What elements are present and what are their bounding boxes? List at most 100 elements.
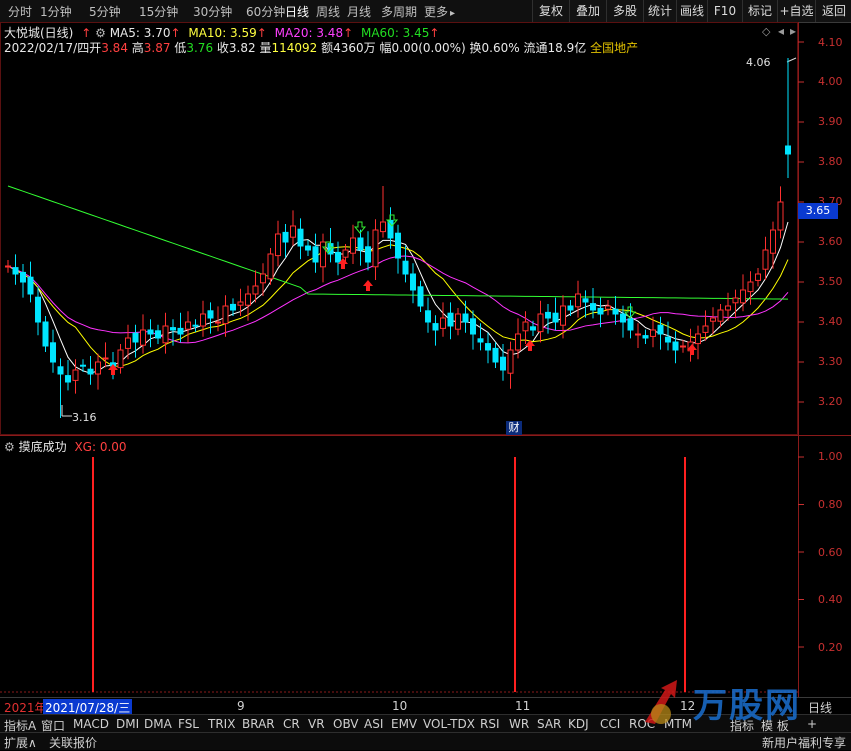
tab-wr[interactable]: WR [509,717,529,731]
indicator-tick: 0.40 [818,593,843,606]
tab-macd[interactable]: MACD [73,717,109,731]
tab-sar[interactable]: SAR [537,717,561,731]
candle-body [717,309,724,322]
candle-body [507,349,514,374]
candle-body [27,276,34,295]
candle-body [260,273,266,284]
candle-body [590,303,596,311]
candle-body [237,301,244,306]
tab-vol-tdx[interactable]: VOL-TDX [423,717,475,731]
linked-quote-button[interactable]: 关联报价 [49,734,97,751]
indicator-header: ⚙ 摸底成功 XG: 0.00 [4,438,127,455]
tab-fsl[interactable]: FSL [178,717,199,731]
candle-body [222,305,229,325]
candle-body [140,329,146,346]
indicator-tick: 0.20 [818,641,843,654]
settings-gear-icon[interactable]: ⚙ [4,440,15,454]
candle-body [155,330,161,339]
candle-body [20,271,26,283]
candle-body [275,233,281,257]
candle-body [372,229,379,268]
candle-body [477,338,484,343]
candle-body [5,265,11,268]
tab-emv[interactable]: EMV [391,717,417,731]
candle-body [470,318,476,335]
status-bar: 扩展∧ 关联报价 新用户福利专享 [0,732,851,750]
candle-body [12,267,19,275]
last-price-badge: 3.65 [798,203,838,219]
candle-body [117,349,124,369]
indicator-tick: 0.80 [818,498,843,511]
candle-body [447,312,454,327]
tab-dmi[interactable]: DMI [116,717,139,731]
candle-body [425,310,431,323]
candle-body [335,251,341,263]
candle-body [290,225,296,238]
tab-brar[interactable]: BRAR [242,717,275,731]
candle-body [515,333,521,351]
candle-body [387,219,394,239]
candle-body [267,253,274,280]
candle-body [342,249,349,258]
candle-body [560,305,566,326]
watermark-text: 万股网 [693,686,801,726]
candle-body [612,308,619,315]
candle-body [162,325,169,344]
candle-body [200,313,206,327]
indicator-name[interactable]: 摸底成功 [19,440,67,454]
tab-cr[interactable]: CR [283,717,300,731]
candle-body [282,231,289,243]
tab-dma[interactable]: DMA [144,717,172,731]
tab-rsi[interactable]: RSI [480,717,500,731]
candle-body [485,343,491,351]
candle-body [492,347,499,363]
candle-body [72,369,79,381]
kline-chart[interactable] [0,0,851,749]
candle-body [297,228,304,247]
candle-body [545,311,551,319]
axis-month-11: 11 [515,699,531,713]
tab-asi[interactable]: ASI [364,717,383,731]
tab-trix[interactable]: TRIX [208,717,235,731]
candle-body [432,323,439,331]
candle-body [740,289,746,304]
candle-body [575,293,581,308]
candle-body [642,335,649,339]
candle-body [87,368,94,375]
candle-body [42,321,49,347]
watermark-logo: 万股网 [637,676,827,726]
candle-body [410,273,416,291]
price-tick: 3.90 [818,115,843,128]
candle-body [605,305,611,310]
candle-body [582,298,589,303]
new-user-promo-link[interactable]: 新用户福利专享 [762,734,846,751]
candle-body [57,366,64,375]
price-tick: 3.40 [818,315,843,328]
expand-button[interactable]: 扩展∧ [4,734,37,751]
candle-body [185,321,191,330]
tab-kdj[interactable]: KDJ [568,717,589,731]
candle-body [177,327,184,335]
candle-body [650,329,656,337]
candle-body [777,201,784,231]
candle-body [102,357,109,360]
candle-body [530,326,536,331]
watermark-arrow-icon [645,680,677,724]
candle-body [462,313,469,323]
finance-event-icon[interactable]: 财 [506,421,522,435]
tab-cci[interactable]: CCI [600,717,620,731]
candle-body [35,296,41,323]
candle-body [230,303,236,311]
tab-vr[interactable]: VR [308,717,325,731]
indicator-tick: 0.60 [818,546,843,559]
candle-body [552,312,559,323]
candle-body [672,341,679,351]
price-tick: 3.30 [818,355,843,368]
price-tick: 3.50 [818,275,843,288]
axis-month-9: 9 [237,699,245,713]
candle-body [755,273,761,281]
candle-body [702,325,709,333]
tab-obv[interactable]: OBV [333,717,359,731]
candle-body [132,332,139,343]
candle-body [147,329,154,335]
